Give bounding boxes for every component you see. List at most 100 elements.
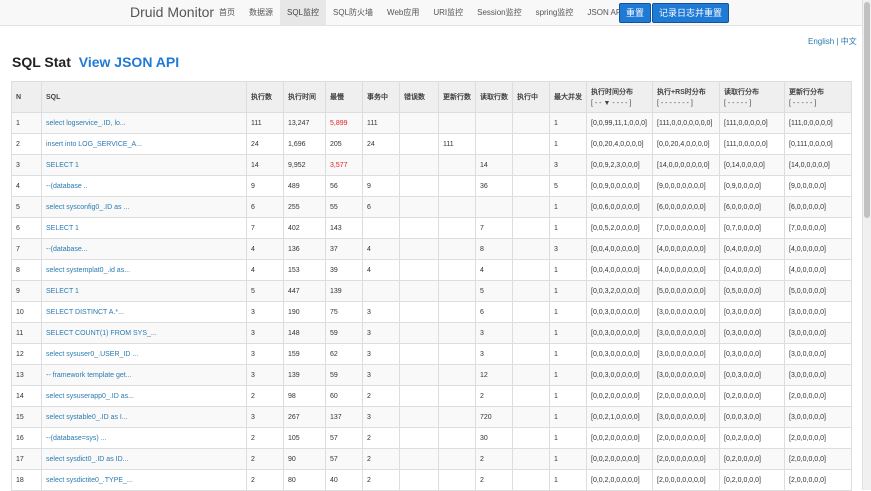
- cell-sql[interactable]: SELECT 1: [41, 154, 247, 176]
- cell-n: 9: [11, 280, 42, 302]
- col-exec-time[interactable]: 执行时间: [283, 81, 326, 113]
- cell-read-rows: 30: [475, 427, 513, 449]
- cell-read-rows-dist: [0,2,0,0,0,0]: [719, 469, 785, 491]
- vertical-scrollbar[interactable]: [862, 0, 871, 490]
- cell-in-transaction: 9: [362, 175, 400, 197]
- cell-exec-rs-dist: [5,0,0,0,0,0,0,0]: [652, 280, 720, 302]
- cell-exec-time: 190: [283, 301, 326, 323]
- cell-slowest: 3,577: [325, 154, 363, 176]
- col-running[interactable]: 执行中: [512, 81, 550, 113]
- page-title-text: SQL Stat: [12, 54, 71, 70]
- cell-exec-time: 148: [283, 322, 326, 344]
- cell-exec-count: 3: [246, 343, 284, 365]
- cell-sql[interactable]: SELECT 1: [41, 217, 247, 239]
- cell-error-count: [399, 385, 439, 407]
- cell-sql[interactable]: insert into LOG_SERVICE_A...: [41, 133, 247, 155]
- cell-running: [512, 364, 550, 386]
- cell-slowest: 139: [325, 280, 363, 302]
- table-row: 17 select sysdict0_.ID as ID... 2 90 57 2 2 1 [0…: [11, 448, 852, 470]
- nav-session-monitor[interactable]: Session监控: [470, 0, 528, 25]
- cell-sql[interactable]: select logservice_.ID, lo...: [41, 112, 247, 134]
- col-exec-time-dist-sort[interactable]: [ - - ▼ - - - - ]: [591, 100, 648, 107]
- table-row: 18 select sysdictite0_.TYPE_... 2 80 40 2 2 1 [0…: [11, 469, 852, 491]
- brand-title[interactable]: Druid Monitor: [130, 4, 214, 20]
- cell-update-rows-dist: [3,0,0,0,0,0]: [784, 364, 852, 386]
- cell-sql[interactable]: select sysdict0_.ID as ID...: [41, 448, 247, 470]
- col-exec-rs-dist[interactable]: 执行+RS时分布 [ - - - - - - - ]: [652, 81, 720, 113]
- cell-n: 15: [11, 406, 42, 428]
- cell-sql[interactable]: --(database...: [41, 238, 247, 260]
- cell-sql[interactable]: --(database=sys) ...: [41, 427, 247, 449]
- col-slowest[interactable]: 最慢: [325, 81, 363, 113]
- cell-sql[interactable]: SELECT COUNT(1) FROM SYS_...: [41, 322, 247, 344]
- cell-n: 10: [11, 301, 42, 323]
- log-and-reset-button[interactable]: 记录日志并重置: [652, 3, 730, 23]
- cell-exec-time: 267: [283, 406, 326, 428]
- cell-exec-time: 139: [283, 364, 326, 386]
- cell-update-rows-dist: [111,0,0,0,0,0]: [784, 112, 852, 134]
- reset-button[interactable]: 重置: [619, 3, 652, 23]
- view-json-api-link[interactable]: View JSON API: [79, 54, 179, 70]
- cell-update-rows-dist: [5,0,0,0,0,0]: [784, 280, 852, 302]
- col-read-rows-dist[interactable]: 读取行分布 [ - - - - - ]: [719, 81, 785, 113]
- table-row: 14 select sysuserapp0_.ID as... 2 98 60 2 2 1 [0…: [11, 385, 852, 407]
- cell-read-rows-dist: [0,0,2,0,0,0]: [719, 427, 785, 449]
- col-update-rows-dist[interactable]: 更新行分布 [ - - - - - ]: [784, 81, 852, 113]
- nav-sql-firewall[interactable]: SQL防火墙: [326, 0, 380, 25]
- cell-sql[interactable]: SELECT 1: [41, 280, 247, 302]
- col-update-rows-dist-sort[interactable]: [ - - - - - ]: [789, 100, 847, 107]
- col-max-concurrent[interactable]: 最大并发: [549, 81, 587, 113]
- col-error-count[interactable]: 错误数: [399, 81, 439, 113]
- cell-sql[interactable]: select sysuser0_.USER_ID ...: [41, 343, 247, 365]
- cell-sql[interactable]: select systable0_.ID as I...: [41, 406, 247, 428]
- col-exec-time-dist[interactable]: 执行时间分布 [ - - ▼ - - - - ]: [586, 81, 653, 113]
- cell-sql[interactable]: --(database ..: [41, 175, 247, 197]
- cell-read-rows: 7: [475, 217, 513, 239]
- cell-exec-time: 90: [283, 448, 326, 470]
- cell-sql[interactable]: -- framework template get...: [41, 364, 247, 386]
- nav-uri-monitor[interactable]: URI监控: [426, 0, 470, 25]
- cell-exec-count: 2: [246, 427, 284, 449]
- cell-exec-time: 255: [283, 196, 326, 218]
- col-in-transaction[interactable]: 事务中: [362, 81, 400, 113]
- col-read-rows-dist-sort[interactable]: [ - - - - - ]: [724, 100, 780, 107]
- cell-exec-rs-dist: [14,0,0,0,0,0,0,0]: [652, 154, 720, 176]
- sql-stat-table-wrapper: N SQL 执行数 执行时间 最慢 事务中 错误数 更新行数 读取行数 执行中 …: [11, 81, 852, 491]
- cell-sql[interactable]: select systemplat0_.id as...: [41, 259, 247, 281]
- col-read-rows[interactable]: 读取行数: [475, 81, 513, 113]
- cell-sql[interactable]: select sysconfig0_.ID as ...: [41, 196, 247, 218]
- nav-web-app[interactable]: Web应用: [380, 0, 426, 25]
- cell-update-rows: [438, 406, 476, 428]
- cell-n: 4: [11, 175, 42, 197]
- nav-datasource[interactable]: 数据源: [242, 0, 280, 25]
- cell-n: 13: [11, 364, 42, 386]
- cell-sql[interactable]: select sysdictite0_.TYPE_...: [41, 469, 247, 491]
- cell-read-rows-dist: [0,14,0,0,0,0]: [719, 154, 785, 176]
- cell-in-transaction: 4: [362, 238, 400, 260]
- cell-exec-rs-dist: [7,0,0,0,0,0,0,0]: [652, 217, 720, 239]
- cell-max-concurrent: 1: [549, 112, 587, 134]
- col-sql[interactable]: SQL: [41, 81, 247, 113]
- cell-running: [512, 448, 550, 470]
- col-exec-rs-dist-sort[interactable]: [ - - - - - - - ]: [657, 100, 715, 107]
- lang-chinese-link[interactable]: 中文: [841, 37, 857, 46]
- cell-max-concurrent: 1: [549, 196, 587, 218]
- cell-sql[interactable]: SELECT DISTINCT A.*...: [41, 301, 247, 323]
- cell-update-rows-dist: [7,0,0,0,0,0]: [784, 217, 852, 239]
- nav-sql-monitor[interactable]: SQL监控: [280, 0, 327, 25]
- col-n[interactable]: N: [11, 81, 42, 113]
- nav-home[interactable]: 首页: [212, 0, 242, 25]
- cell-exec-time: 98: [283, 385, 326, 407]
- cell-sql[interactable]: select sysuserapp0_.ID as...: [41, 385, 247, 407]
- cell-max-concurrent: 3: [549, 154, 587, 176]
- cell-read-rows-dist: [0,9,0,0,0,0]: [719, 175, 785, 197]
- col-exec-count[interactable]: 执行数: [246, 81, 284, 113]
- nav-spring-monitor[interactable]: spring监控: [529, 0, 581, 25]
- cell-read-rows-dist: [6,0,0,0,0,0]: [719, 196, 785, 218]
- cell-update-rows-dist: [14,0,0,0,0,0]: [784, 154, 852, 176]
- lang-english-link[interactable]: English: [808, 37, 834, 46]
- col-update-rows[interactable]: 更新行数: [438, 81, 476, 113]
- cell-n: 1: [11, 112, 42, 134]
- scrollbar-thumb[interactable]: [864, 2, 870, 218]
- cell-in-transaction: 2: [362, 427, 400, 449]
